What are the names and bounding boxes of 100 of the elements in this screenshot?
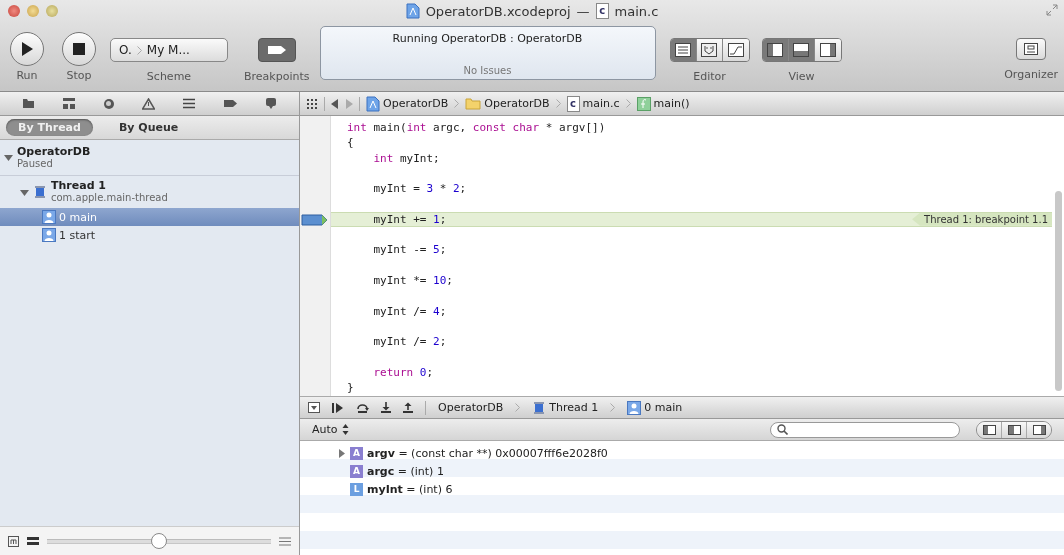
toolbar-label: View: [788, 70, 815, 83]
step-out-button[interactable]: [403, 402, 413, 413]
step-out-icon: [403, 402, 413, 413]
stop-icon: [73, 43, 85, 55]
stack-frame-row[interactable]: 1 start: [0, 226, 299, 244]
search-field[interactable]: [770, 421, 960, 438]
scheme-popup[interactable]: O. My M...: [110, 38, 228, 62]
toolbar-label: Editor: [693, 70, 726, 83]
face-icon: [701, 43, 717, 57]
segment-button[interactable]: [722, 39, 749, 61]
version-icon: [727, 43, 744, 57]
code-line: int main(int argc, const char * argv[]): [347, 120, 606, 136]
left-pane-icon: [982, 424, 996, 435]
toolbar-label: Stop: [66, 69, 92, 82]
scope-badge: A: [350, 464, 363, 478]
variable-entry[interactable]: argc = (int) 1: [367, 464, 444, 478]
c-file-icon: c: [595, 3, 609, 19]
step-into-button[interactable]: [381, 402, 391, 413]
right-pane-icon: [819, 43, 836, 57]
segment-tab[interactable]: By Queue: [106, 119, 191, 136]
code-line: int myInt;: [372, 150, 440, 166]
list-icon[interactable]: [182, 98, 197, 109]
project-file-icon: [405, 3, 420, 19]
search-icon[interactable]: [102, 97, 115, 110]
tag-icon: [266, 45, 287, 55]
code-line: {: [347, 135, 354, 151]
hierarchy-icon[interactable]: [61, 97, 76, 110]
expanded-triangle-icon[interactable]: [20, 187, 29, 197]
title-separator: —: [576, 3, 590, 19]
warning-icon[interactable]: [142, 97, 155, 110]
step-into-icon: [381, 402, 391, 413]
segment-button[interactable]: [788, 39, 815, 61]
back-arrow-icon[interactable]: [331, 98, 339, 109]
scrollbar-thumb[interactable]: [1055, 191, 1062, 391]
folder-icon[interactable]: [21, 98, 35, 109]
continue-icon: [332, 402, 344, 413]
window-title: OperatorDB.xcodeproj: [425, 3, 571, 19]
toolbar-label: Run: [16, 69, 38, 82]
right-pane-icon: [1032, 424, 1046, 435]
chevron-icon: [454, 99, 460, 108]
up-down-arrows-icon[interactable]: [341, 424, 349, 435]
scope-badge: L: [350, 482, 363, 496]
breakpoint-marker[interactable]: [301, 213, 329, 226]
breadcrumb[interactable]: main.c: [582, 97, 620, 110]
expand-icon[interactable]: [279, 536, 291, 546]
breakpoints-button[interactable]: [257, 38, 296, 62]
segmented-control[interactable]: [669, 38, 750, 62]
console-only-button[interactable]: [1027, 421, 1051, 438]
toolbar-label: Scheme: [146, 70, 192, 83]
code-line: myInt += 1;: [372, 211, 447, 228]
step-over-button[interactable]: [356, 402, 369, 413]
spool-icon: [532, 400, 547, 415]
function-icon: [636, 96, 651, 111]
segment-button[interactable]: [696, 39, 723, 61]
breadcrumb[interactable]: Thread 1: [549, 401, 599, 414]
thread-queue: com.apple.main-thread: [51, 192, 168, 204]
chevron-icon: [555, 99, 561, 108]
spool-icon: [33, 185, 47, 199]
segmented-control[interactable]: [761, 38, 842, 62]
disclosure-triangle-icon[interactable]: [338, 448, 346, 458]
fullscreen-icon[interactable]: [1046, 4, 1058, 16]
segmented-control[interactable]: [976, 420, 1052, 439]
variables-only-button[interactable]: [977, 421, 1002, 438]
thread-name: Thread 1: [51, 180, 107, 192]
scope-badge: A: [350, 446, 363, 460]
tag-icon[interactable]: [223, 99, 239, 108]
slider-thumb[interactable]: [151, 533, 167, 549]
breadcrumb[interactable]: 0 main: [644, 401, 683, 414]
stop-button[interactable]: [62, 32, 96, 66]
grid-icon[interactable]: [306, 98, 318, 109]
split-view-button[interactable]: [1002, 421, 1027, 438]
breadcrumb[interactable]: OperatorDB: [383, 97, 449, 110]
toolbar-label: Breakpoints: [244, 70, 310, 83]
expanded-triangle-icon[interactable]: [4, 153, 13, 162]
run-button[interactable]: [10, 32, 44, 66]
organizer-button[interactable]: [1016, 38, 1047, 60]
breadcrumb[interactable]: OperatorDB: [438, 401, 504, 414]
text-lines-icon: [675, 43, 691, 57]
close-button[interactable]: [8, 5, 20, 17]
segment-button[interactable]: [814, 39, 841, 61]
search-icon: [777, 424, 788, 435]
chevron-icon: [136, 45, 142, 55]
continue-button[interactable]: [332, 402, 344, 413]
variable-entry[interactable]: myInt = (int) 6: [367, 482, 453, 496]
breadcrumb[interactable]: OperatorDB: [484, 97, 550, 110]
window-title: main.c: [614, 3, 659, 19]
segment-button[interactable]: [670, 39, 697, 61]
code-line: myInt -= 5;: [372, 242, 447, 258]
code-line: return 0;: [372, 364, 434, 381]
scope-popup[interactable]: Auto: [312, 423, 338, 436]
person-icon: [42, 210, 56, 224]
breadcrumb[interactable]: main(): [653, 97, 690, 110]
folder-icon: [465, 97, 482, 110]
speech-bubble-icon[interactable]: [265, 97, 278, 110]
compress-icon[interactable]: [27, 537, 39, 545]
hide-pane-icon[interactable]: [308, 402, 320, 413]
breakpoint-annotation: Thread 1: breakpoint 1.1: [912, 212, 1052, 226]
segment-button[interactable]: [762, 39, 789, 61]
variable-entry[interactable]: argv = (const char **) 0x00007fff6e2028f0: [367, 446, 608, 460]
c-file-icon: c: [566, 95, 580, 112]
